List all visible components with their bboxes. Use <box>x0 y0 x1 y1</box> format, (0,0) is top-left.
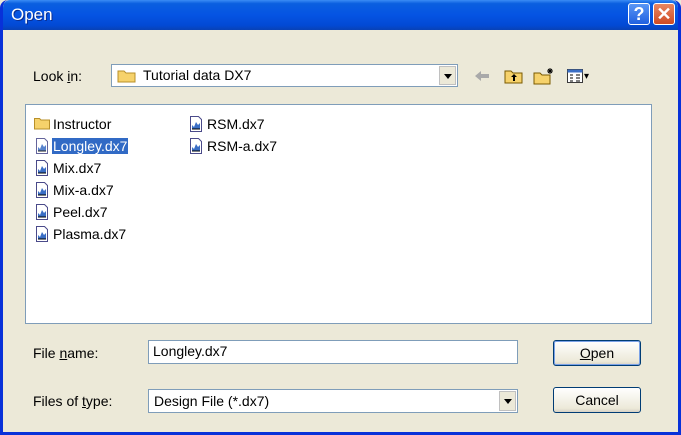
close-button[interactable]: ✕ <box>653 3 675 25</box>
design-file-icon <box>34 204 50 220</box>
file-name-input[interactable]: Longley.dx7 <box>148 340 518 364</box>
file-name-text: Instructor <box>53 116 112 132</box>
file-type-label: Files of type: <box>33 393 113 409</box>
look-in-value: Tutorial data DX7 <box>143 67 252 83</box>
views-dropdown-icon: ▾ <box>583 70 590 82</box>
design-file-icon <box>188 116 204 132</box>
title-bar[interactable]: Open ? ✕ <box>3 0 678 30</box>
folder-icon <box>34 116 50 132</box>
file-item[interactable]: Peel.dx7 <box>34 202 108 222</box>
file-name-text: Plasma.dx7 <box>53 226 127 242</box>
look-in-combo[interactable]: Tutorial data DX7 <box>111 64 458 87</box>
look-in-dropdown-arrow[interactable] <box>439 66 456 85</box>
file-item[interactable]: RSM-a.dx7 <box>188 136 278 156</box>
cancel-button[interactable]: Cancel <box>553 387 641 413</box>
dialog-title: Open <box>11 5 53 24</box>
new-folder-button[interactable] <box>533 66 555 86</box>
open-button[interactable]: Open <box>553 340 641 366</box>
up-one-level-icon <box>504 70 523 84</box>
back-button[interactable] <box>471 66 493 86</box>
design-file-icon <box>34 160 50 176</box>
file-name-label: File name: <box>33 345 99 361</box>
file-name-text: RSM.dx7 <box>207 116 265 132</box>
file-name-text: Longley.dx7 <box>52 138 129 154</box>
file-list[interactable]: Instructor Longley.dx7 Mix.dx7 Mix-a.dx7 Pee… <box>25 104 652 324</box>
folder-icon <box>117 70 136 83</box>
file-item[interactable]: Mix.dx7 <box>34 158 102 178</box>
back-arrow-icon <box>475 71 489 81</box>
folder-item[interactable]: Instructor <box>34 114 112 134</box>
design-file-icon <box>34 182 50 198</box>
new-folder-icon <box>533 68 553 85</box>
design-file-icon <box>188 138 204 154</box>
file-type-dropdown-arrow[interactable] <box>499 391 516 411</box>
views-menu-icon <box>566 69 583 83</box>
file-name-text: Mix-a.dx7 <box>53 182 114 198</box>
help-button[interactable]: ? <box>628 3 650 25</box>
design-file-icon <box>34 138 50 154</box>
file-item[interactable]: RSM.dx7 <box>188 114 266 134</box>
look-in-label: Look in: <box>33 68 83 84</box>
file-type-value: Design File (*.dx7) <box>154 393 270 409</box>
file-item[interactable]: Longley.dx7 <box>34 136 129 156</box>
open-dialog: Open ? ✕ Look in: Tutorial data DX7 ▾ In… <box>0 0 681 435</box>
file-type-select[interactable]: Design File (*.dx7) <box>148 389 518 413</box>
file-name-text: RSM-a.dx7 <box>207 138 278 154</box>
views-menu-button[interactable]: ▾ <box>563 66 593 86</box>
file-name-text: Mix.dx7 <box>53 160 102 176</box>
file-item[interactable]: Plasma.dx7 <box>34 224 127 244</box>
up-one-level-button[interactable] <box>503 66 525 86</box>
file-item[interactable]: Mix-a.dx7 <box>34 180 115 200</box>
design-file-icon <box>34 226 50 242</box>
file-name-text: Peel.dx7 <box>53 204 108 220</box>
